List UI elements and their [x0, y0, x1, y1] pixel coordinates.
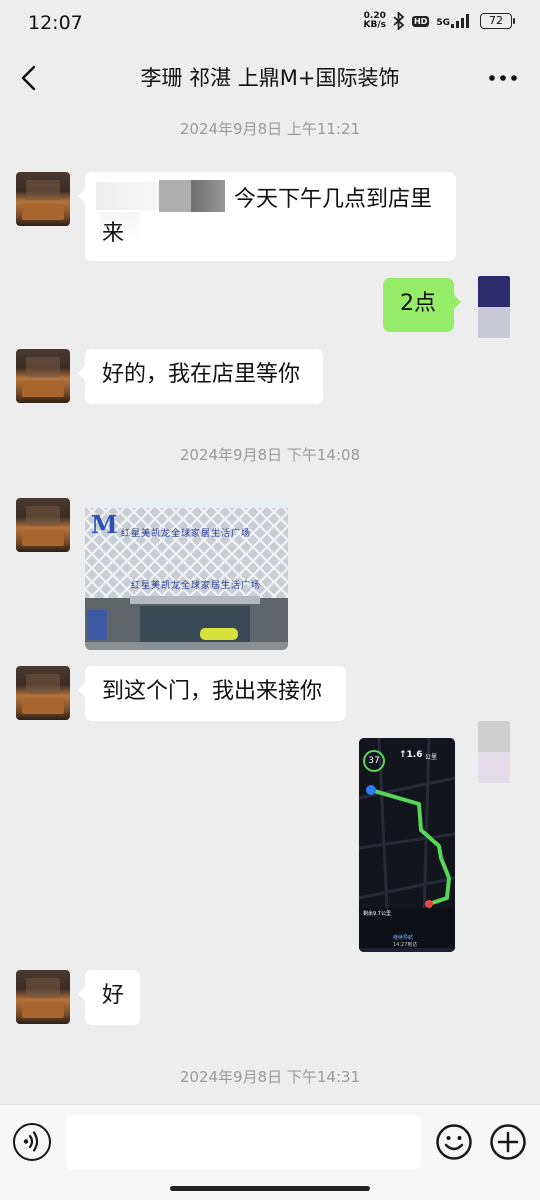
redacted-block [191, 180, 225, 212]
message-text: 到这个门，我出来接你 [102, 679, 323, 704]
distance-unit: 公里 [425, 754, 438, 761]
voice-icon[interactable] [13, 1123, 51, 1161]
hd-badge: HD [412, 15, 430, 27]
avatar-detail [478, 276, 510, 307]
self-avatar[interactable] [478, 276, 510, 338]
status-bar: 12:07 0.20 KB/s HD 5G 72 [0, 0, 540, 48]
storefront-sign-bottom: 红星美凯龙全球家居生活广场 [131, 581, 262, 591]
message-text: 2点 [400, 291, 436, 316]
signal-indicator: 5G [436, 14, 473, 28]
message-timestamp: 2024年9月8日 上午11:21 [179, 120, 361, 138]
avatar-detail [22, 381, 64, 397]
message-bubble-incoming[interactable]: 好的，我在店里等你 [78, 349, 323, 404]
self-avatar[interactable] [478, 721, 510, 783]
avatar-detail [26, 357, 60, 377]
avatar-detail [26, 506, 60, 526]
avatar-detail [26, 180, 60, 200]
redacted-block [96, 182, 158, 210]
message-timestamp: 2024年9月8日 下午14:31 [179, 1068, 361, 1086]
emoji-icon[interactable] [435, 1123, 473, 1161]
contact-avatar[interactable] [16, 172, 70, 226]
message-bubble-incoming[interactable]: 到这个门，我出来接你 [78, 666, 346, 721]
message-input[interactable] [66, 1115, 421, 1169]
avatar-detail [22, 698, 64, 714]
network-speed-unit: KB/s [363, 20, 386, 30]
signal-label: 5G [436, 18, 450, 28]
storefront-sign-top: 红星美凯龙全球家居生活广场 [121, 529, 252, 539]
status-time: 12:07 [28, 12, 83, 34]
avatar-detail [478, 307, 510, 338]
battery-indicator: 72 [480, 13, 515, 29]
message-text: 好的，我在店里等你 [102, 362, 301, 387]
storefront-sign-logo: M [91, 510, 118, 539]
contact-avatar[interactable] [16, 666, 70, 720]
chat-title[interactable]: 李珊 祁湛 上鼎M+国际装饰 [70, 62, 470, 92]
speed-indicator: 37 [363, 750, 385, 772]
contact-avatar[interactable] [16, 970, 70, 1024]
avatar-detail [22, 530, 64, 546]
redacted-block [159, 180, 191, 212]
message-text: 今天下午几点到店里 [234, 187, 433, 212]
avatar-detail [22, 204, 64, 220]
eta-label: 14:27到达 [393, 942, 418, 948]
message-text: 好 [102, 983, 125, 1008]
avatar-detail [26, 978, 60, 998]
network-speed: 0.20 KB/s [364, 12, 386, 30]
message-image-navigation[interactable]: 37 ↑1.6 公里 剩余9.7公里 继续导航 14:27到达 [359, 738, 455, 952]
message-bubble-outgoing[interactable]: 2点 [383, 278, 461, 332]
message-bubble-incoming[interactable]: 好 [78, 970, 140, 1025]
voice-wave-icon [23, 1131, 39, 1152]
chat-header: 李珊 祁湛 上鼎M+国际装饰 [0, 48, 540, 108]
signal-bars-icon [451, 14, 469, 28]
contact-avatar[interactable] [16, 498, 70, 552]
home-indicator[interactable] [170, 1186, 370, 1191]
avatar-detail [22, 1002, 64, 1018]
continue-navigation-button: 继续导航 [393, 935, 414, 941]
contact-avatar[interactable] [16, 349, 70, 403]
avatar-detail [478, 752, 510, 783]
distance-readout: ↑1.6 [399, 750, 423, 760]
message-text: 来 [102, 221, 125, 246]
bluetooth-icon [393, 12, 405, 30]
plus-icon[interactable] [489, 1123, 527, 1161]
message-timestamp: 2024年9月8日 下午14:08 [179, 446, 361, 464]
message-image-storefront[interactable]: M 红星美凯龙全球家居生活广场 红星美凯龙全球家居生活广场 [85, 498, 288, 650]
avatar-detail [26, 674, 60, 694]
message-bubble-incoming[interactable]: 今天下午几点到店里 来 [78, 172, 456, 261]
remaining-distance: 剩余9.7公里 [363, 911, 391, 917]
more-horizontal-icon[interactable] [486, 64, 520, 92]
status-indicators: 0.20 KB/s HD 5G 72 [364, 12, 515, 30]
chevron-left-icon[interactable] [14, 62, 46, 94]
avatar-detail [478, 721, 510, 752]
